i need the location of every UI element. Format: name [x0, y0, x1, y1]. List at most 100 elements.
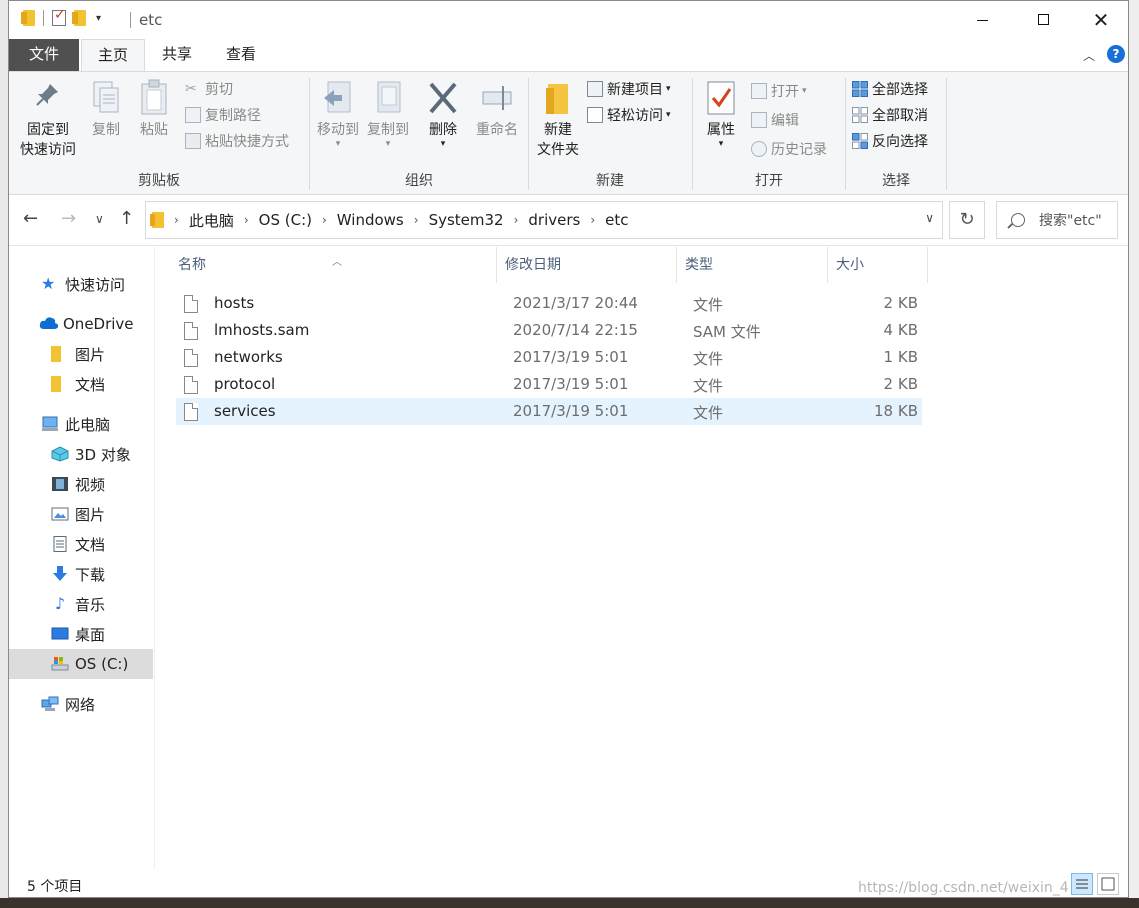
properties-quick-icon[interactable] [52, 7, 66, 26]
column-header-modified[interactable]: 修改日期 [497, 247, 677, 283]
chevron-right-icon[interactable]: › [322, 213, 327, 227]
chevron-right-icon[interactable]: › [414, 213, 419, 227]
nav-item-network[interactable]: 网络 [9, 689, 153, 719]
address-dropdown-icon[interactable]: ∨ [925, 211, 934, 225]
copy-label: 复制 [92, 122, 120, 138]
network-icon [41, 696, 59, 712]
column-header-type[interactable]: 类型 [677, 247, 828, 283]
paste-button[interactable]: 粘贴 [133, 78, 175, 140]
close-button[interactable]: ✕ [1071, 1, 1128, 39]
sort-ascending-icon: ︿ [332, 257, 342, 268]
invert-selection-button[interactable]: 反向选择 [852, 130, 928, 152]
star-icon: ★ [41, 274, 56, 293]
nav-item-this-pc[interactable]: 此电脑 [9, 409, 153, 439]
delete-button[interactable]: 删除 ▾ [422, 78, 464, 149]
divider [946, 78, 947, 190]
properties-label: 属性 [707, 122, 735, 138]
pin-quick-access-button[interactable]: 固定到 快速访问 [15, 78, 81, 160]
nav-item-onedrive-pictures[interactable]: 图片 [9, 339, 153, 369]
select-all-button[interactable]: 全部选择 [852, 78, 928, 100]
nav-item-onedrive-documents[interactable]: 文档 [9, 369, 153, 399]
breadcrumb-etc[interactable]: etc [605, 211, 628, 229]
edit-button[interactable]: 编辑 [751, 109, 799, 131]
open-icon [751, 83, 767, 99]
address-bar[interactable]: › 此电脑 › OS (C:) › Windows › System32 › d… [145, 201, 943, 239]
nav-item-quick-access[interactable]: ★ 快速访问 [9, 269, 153, 299]
refresh-button[interactable]: ↻ [949, 201, 985, 239]
recent-locations-button[interactable]: ∨ [95, 212, 104, 226]
paste-shortcut-button[interactable]: 粘贴快捷方式 [185, 130, 289, 152]
up-arrow-icon: ↑ [119, 208, 135, 229]
nav-label: OneDrive [63, 315, 134, 333]
nav-item-music[interactable]: ♪ 音乐 [9, 589, 153, 619]
file-row[interactable]: protocol 2017/3/19 5:01 文件 2 KB [176, 371, 922, 398]
file-row[interactable]: hosts 2021/3/17 20:44 文件 2 KB [176, 290, 922, 317]
back-button[interactable]: ← [23, 208, 38, 229]
download-arrow-icon [51, 566, 69, 582]
search-box[interactable]: 搜索"etc" [996, 201, 1118, 239]
large-icons-view-button[interactable] [1097, 873, 1119, 895]
new-item-button[interactable]: 新建项目 ▾ [587, 78, 671, 100]
customize-dropdown-icon[interactable]: ▾ [96, 13, 101, 24]
nav-item-pictures[interactable]: 图片 [9, 499, 153, 529]
breadcrumb-drivers[interactable]: drivers [528, 211, 580, 229]
new-folder-quick-icon[interactable] [72, 10, 86, 26]
nav-item-os-c[interactable]: OS (C:) [9, 649, 153, 679]
large-icons-view-icon [1101, 877, 1115, 891]
tab-file[interactable]: 文件 [9, 39, 79, 71]
easy-access-button[interactable]: 轻松访问 ▾ [587, 104, 671, 126]
nav-item-desktop[interactable]: 桌面 [9, 619, 153, 649]
maximize-button[interactable] [1013, 1, 1073, 39]
details-view-button[interactable] [1071, 873, 1093, 895]
cut-button[interactable]: ✂ 剪切 [185, 78, 233, 100]
chevron-right-icon[interactable]: › [590, 213, 595, 227]
copy-button[interactable]: 复制 [85, 78, 127, 140]
move-to-dropdown-icon: ▾ [335, 139, 341, 149]
file-row-selected[interactable]: services 2017/3/19 5:01 文件 18 KB [176, 398, 922, 425]
nav-item-documents[interactable]: 文档 [9, 529, 153, 559]
move-to-button[interactable]: 移动到 ▾ [314, 78, 362, 149]
tab-share[interactable]: 共享 [149, 39, 205, 71]
navigation-pane: ★ 快速访问 OneDrive 图片 文档 此电脑 3D 对象 视频 图片 文档… [9, 247, 155, 869]
copy-to-button[interactable]: 复制到 ▾ [364, 78, 412, 149]
column-header-name[interactable]: 名称 ︿ [156, 247, 497, 283]
file-size: 2 KB [883, 294, 918, 312]
file-name: protocol [214, 375, 276, 393]
copy-path-button[interactable]: 复制路径 [185, 104, 261, 126]
up-button[interactable]: ↑ [119, 208, 134, 229]
nav-item-videos[interactable]: 视频 [9, 469, 153, 499]
nav-item-onedrive[interactable]: OneDrive [9, 309, 153, 339]
desktop-background-right [1128, 0, 1139, 908]
column-header-size[interactable]: 大小 [828, 247, 928, 283]
help-icon[interactable]: ? [1107, 45, 1125, 63]
easy-access-label: 轻松访问 [607, 108, 663, 124]
new-item-dropdown-icon: ▾ [666, 84, 671, 94]
rename-button[interactable]: 重命名 [470, 78, 524, 140]
chevron-right-icon[interactable]: › [514, 213, 519, 227]
forward-button[interactable]: → [61, 208, 76, 229]
breadcrumb-os-c[interactable]: OS (C:) [259, 211, 312, 229]
collapse-ribbon-icon[interactable]: ︿ [1083, 47, 1095, 64]
properties-button[interactable]: 属性 ▾ [701, 78, 741, 149]
new-folder-button[interactable]: 新建 文件夹 [533, 78, 583, 160]
chevron-right-icon[interactable]: › [244, 213, 249, 227]
file-row[interactable]: lmhosts.sam 2020/7/14 22:15 SAM 文件 4 KB [176, 317, 922, 344]
select-none-button[interactable]: 全部取消 [852, 104, 928, 126]
ribbon-tabs: 文件 主页 共享 查看 ︿ ? [9, 39, 1128, 72]
folder-icon [150, 212, 164, 228]
breadcrumb-system32[interactable]: System32 [429, 211, 504, 229]
nav-item-3d-objects[interactable]: 3D 对象 [9, 439, 153, 469]
history-button[interactable]: 历史记录 [751, 138, 827, 160]
file-row[interactable]: networks 2017/3/19 5:01 文件 1 KB [176, 344, 922, 371]
pin-icon [32, 78, 64, 118]
chevron-right-icon[interactable]: › [174, 213, 179, 227]
breadcrumb-windows[interactable]: Windows [337, 211, 404, 229]
select-group: 全部选择 全部取消 反向选择 选择 [846, 72, 946, 194]
minimize-button[interactable] [953, 1, 1013, 39]
nav-item-downloads[interactable]: 下载 [9, 559, 153, 589]
tab-home[interactable]: 主页 [81, 39, 145, 72]
breadcrumb-this-pc[interactable]: 此电脑 [189, 210, 234, 231]
edit-label: 编辑 [771, 113, 799, 129]
tab-view[interactable]: 查看 [209, 39, 273, 71]
open-button[interactable]: 打开 ▾ [751, 80, 807, 102]
